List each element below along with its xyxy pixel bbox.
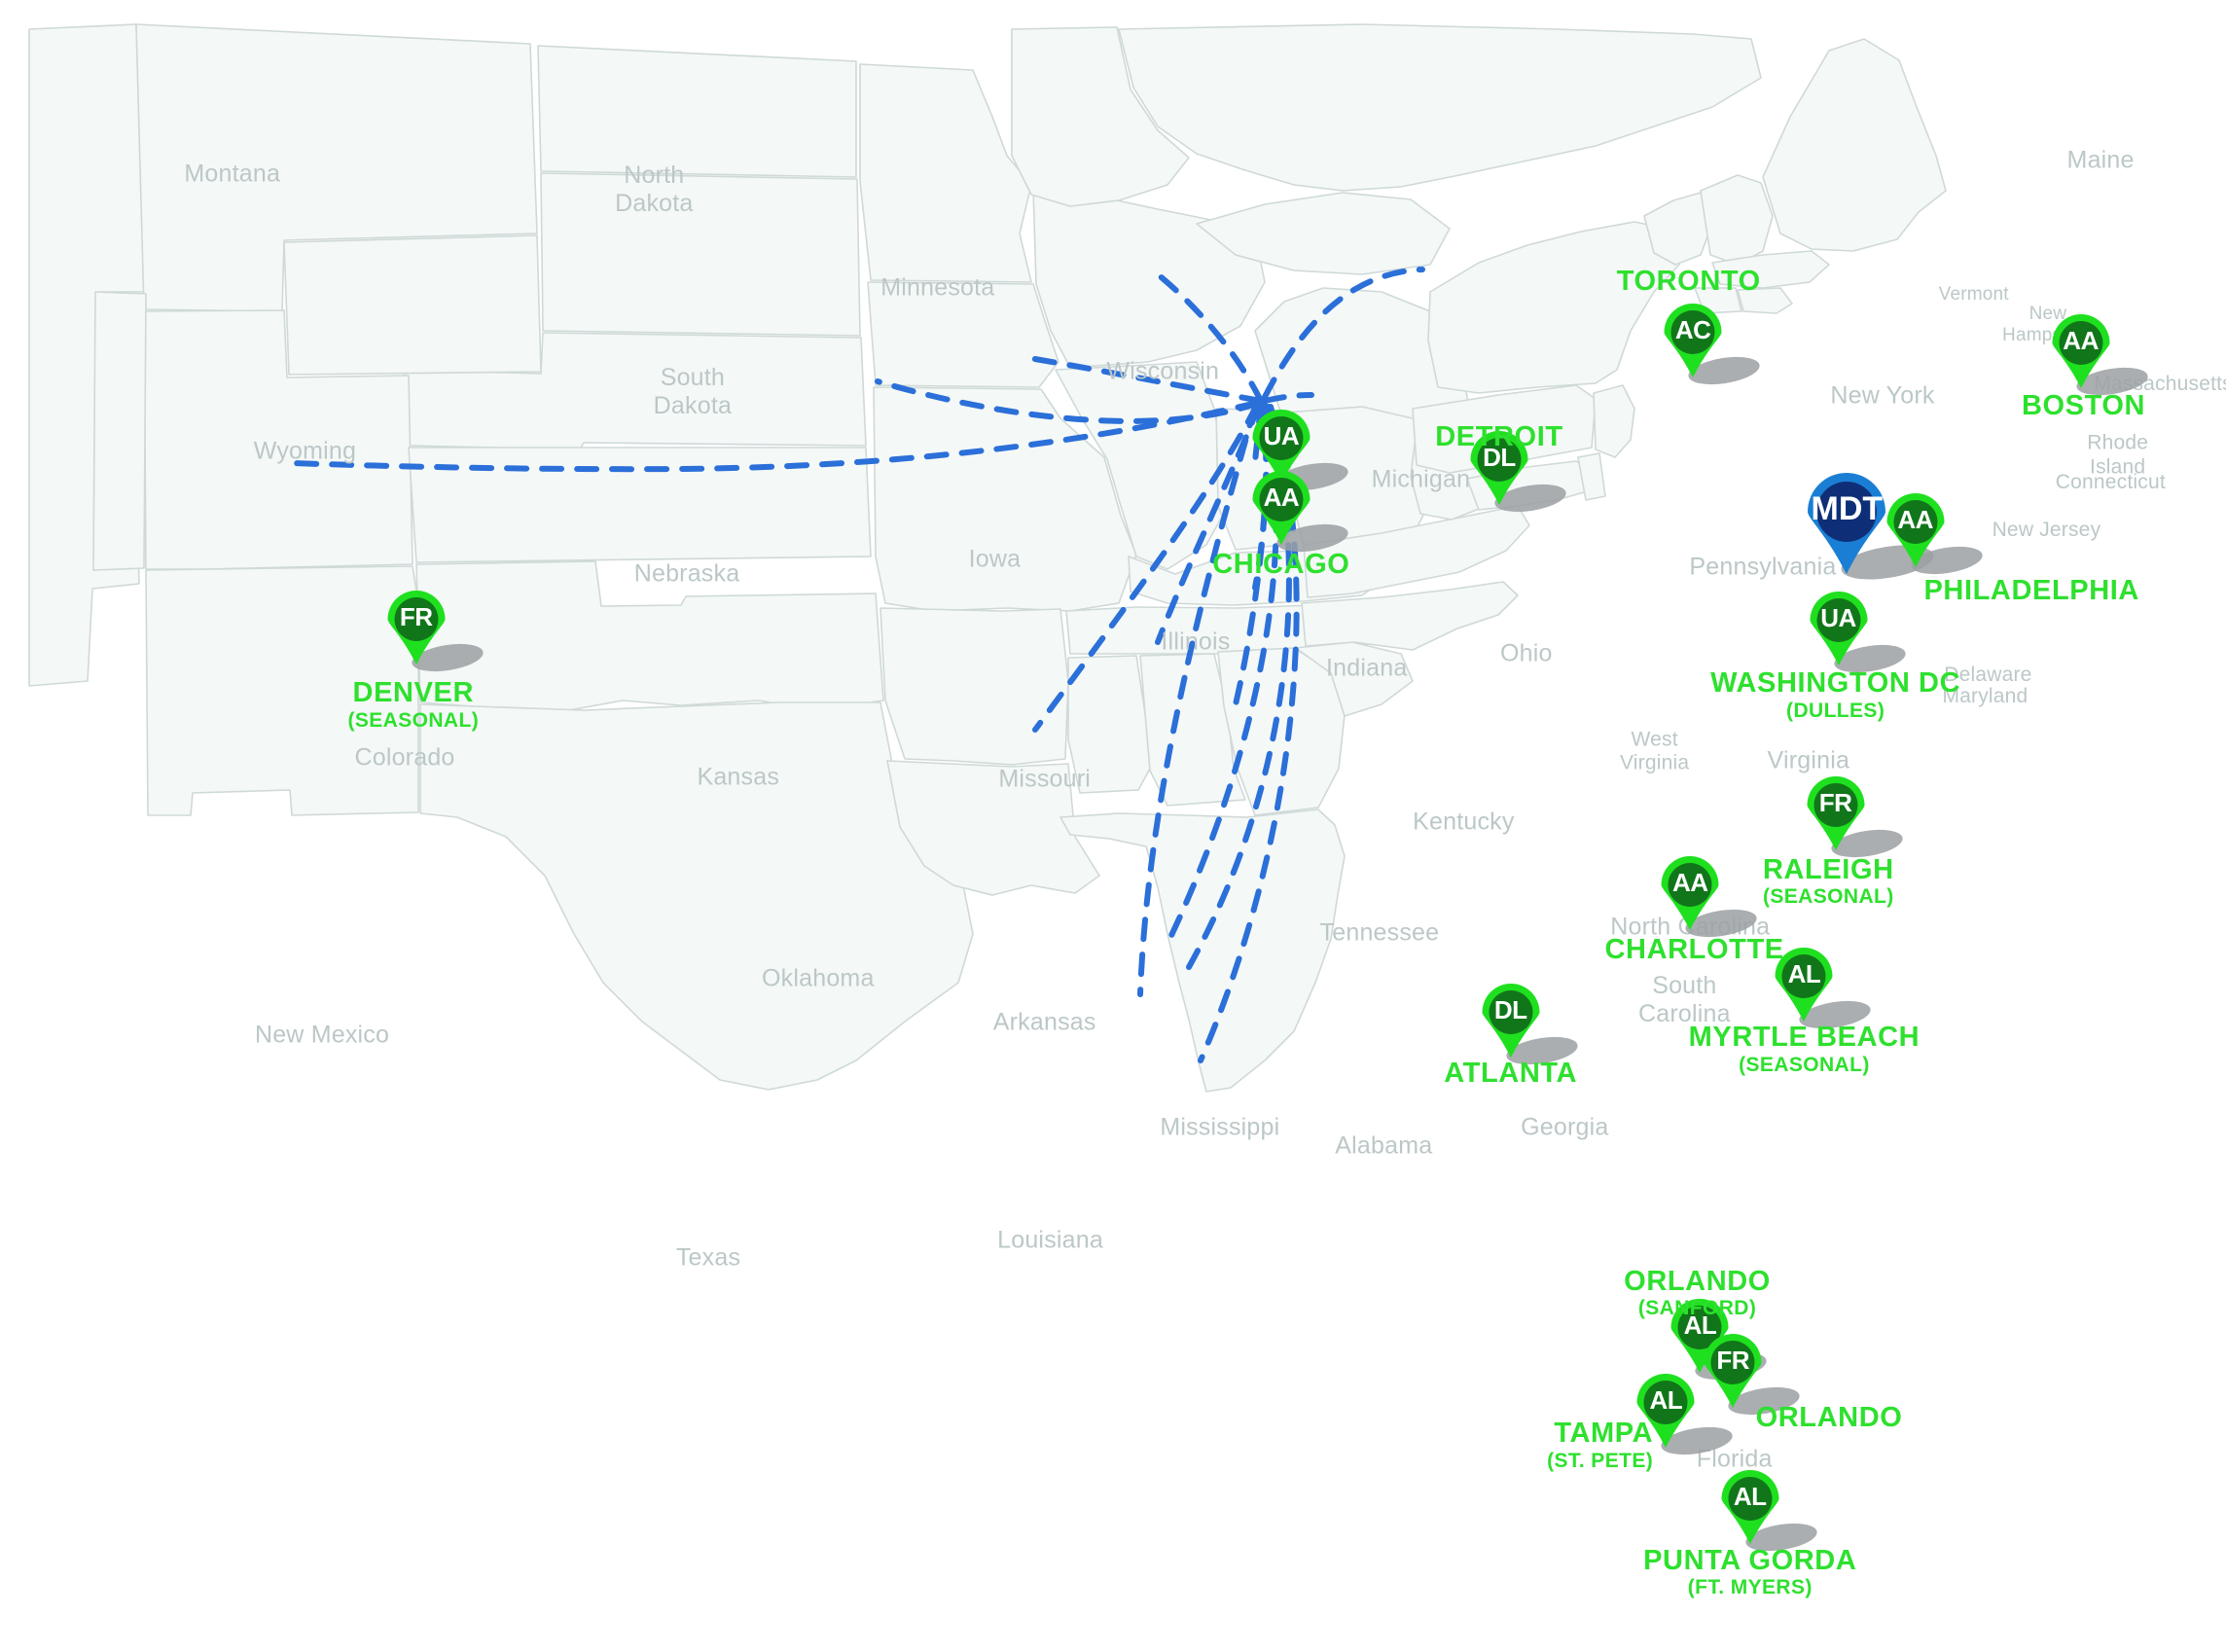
destination-marker-denver-fr[interactable]: FR [386, 589, 485, 676]
carrier-code: FR [399, 601, 433, 631]
city-name: MYRTLE BEACH [1688, 1022, 1921, 1054]
city-subtitle: (ST. PETE) [1547, 1449, 1654, 1472]
city-label-raleigh: RALEIGH (SEASONAL) [1762, 853, 1894, 909]
destination-marker-atlanta-dl[interactable]: DL [1481, 982, 1580, 1069]
city-label-toronto: TORONTO [1616, 266, 1761, 298]
city-name: PUNTA GORDA [1643, 1544, 1857, 1576]
carrier-code: AA [1263, 482, 1300, 512]
destination-marker-boston-aa[interactable]: AA [2051, 312, 2150, 400]
carrier-code: FR [1716, 1345, 1749, 1375]
city-label-washington-dc: WASHINGTON DC (DULLES) [1710, 666, 1961, 722]
destination-marker-toronto-ac[interactable]: AC [1663, 302, 1762, 389]
destination-marker-charlotte-aa[interactable]: AA [1660, 854, 1759, 942]
city-subtitle: (SANFORD) [1637, 1297, 1757, 1320]
city-name: TAMPA [1554, 1418, 1654, 1450]
city-label-orlando: ORLANDO (SANFORD) [1624, 1265, 1771, 1320]
destination-marker-raleigh-fr[interactable]: FR [1806, 774, 1905, 862]
destination-marker-myrtle-beach-al[interactable]: AL [1774, 946, 1873, 1033]
destination-marker-washington-dc-ua[interactable]: UA [1809, 590, 1908, 677]
hub-marker-mdt[interactable]: MDT [1806, 471, 1937, 586]
city-name: CHARLOTTE [1604, 933, 1784, 965]
carrier-code: AA [1671, 868, 1708, 898]
city-name: ATLANTA [1444, 1058, 1578, 1090]
city-label-boston: BOSTON [2021, 389, 2146, 421]
city-name: TORONTO [1616, 266, 1761, 298]
carrier-code: AA [2063, 325, 2099, 355]
city-subtitle: (SEASONAL) [1762, 885, 1894, 909]
carrier-code: AL [1787, 958, 1821, 988]
city-name: DENVER [352, 677, 475, 709]
city-subtitle: (DULLES) [1786, 699, 1885, 722]
city-subtitle: (SEASONAL) [347, 708, 480, 732]
carrier-code: AL [1733, 1482, 1767, 1512]
city-label-atlanta: ATLANTA [1444, 1059, 1577, 1089]
city-label-detroit: DETROIT [1435, 420, 1563, 452]
city-subtitle: (SEASONAL) [1739, 1054, 1870, 1077]
city-label-chicago: CHICAGO [1212, 551, 1349, 580]
destination-marker-chicago-aa[interactable]: AA [1251, 469, 1350, 557]
city-name: RALEIGH [1762, 853, 1894, 885]
city-label-punta-gorda: PUNTA GORDA (FT. MYERS) [1643, 1544, 1857, 1599]
carrier-code: FR [1818, 788, 1852, 818]
city-subtitle: (FT. MYERS) [1687, 1576, 1813, 1599]
carrier-code: AC [1674, 315, 1711, 345]
city-name: ORLANDO [1755, 1402, 1903, 1434]
state-shapes [28, 23, 1947, 1093]
city-name: DETROIT [1435, 420, 1563, 452]
city-label-denver: DENVER (SEASONAL) [347, 677, 480, 732]
city-label-orlando: ORLANDO [1756, 1404, 1903, 1433]
carrier-code: UA [1263, 420, 1300, 450]
hub-code: MDT [1811, 490, 1884, 528]
city-name: PHILADELPHIA [1923, 574, 2139, 606]
city-name: WASHINGTON DC [1710, 666, 1961, 699]
destination-marker-philadelphia-aa[interactable]: AA [1885, 491, 1985, 579]
route-map: Montana North Dakota South Dakota Wyoming Mi… [0, 0, 2226, 1652]
carrier-code: UA [1820, 602, 1856, 632]
city-label-charlotte: CHARLOTTE [1604, 933, 1784, 965]
destination-marker-punta-gorda-al[interactable]: AL [1720, 1468, 1819, 1556]
city-label-myrtle-beach: MYRTLE BEACH (SEASONAL) [1688, 1022, 1921, 1077]
city-label-tampa: TAMPA (ST. PETE) [1547, 1418, 1654, 1472]
city-label-philadelphia: PHILADELPHIA [1923, 574, 2139, 606]
carrier-code: AA [1897, 504, 1933, 534]
destination-marker-orlando-fr[interactable]: FR [1703, 1332, 1802, 1419]
city-name: BOSTON [2021, 389, 2146, 421]
carrier-code: AL [1649, 1384, 1683, 1415]
carrier-code: DL [1493, 994, 1527, 1024]
city-name: ORLANDO [1624, 1265, 1771, 1297]
city-name: CHICAGO [1212, 549, 1350, 581]
